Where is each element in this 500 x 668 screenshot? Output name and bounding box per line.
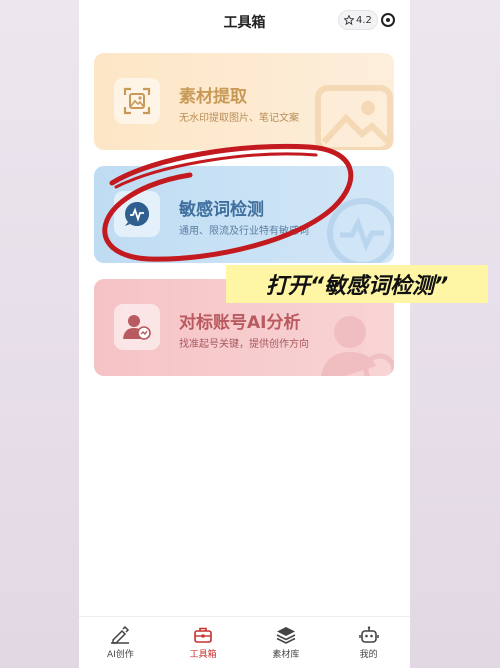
rating-value: 4.2 bbox=[356, 14, 372, 26]
card-subtitle: 通用、限流及行业特有敏感词 bbox=[179, 226, 309, 237]
rating-badge[interactable]: 4.2 bbox=[338, 10, 378, 30]
user-deco-icon bbox=[321, 316, 394, 376]
top-bar: 工具箱 4.2 bbox=[79, 0, 410, 42]
tab-label: 素材库 bbox=[272, 650, 300, 660]
tab-label: 工具箱 bbox=[189, 650, 217, 660]
card-sensitive-word-check[interactable]: 敏感词检测 通用、限流及行业特有敏感词 bbox=[94, 166, 394, 263]
chat-pulse-icon bbox=[114, 191, 160, 237]
tab-ai-create[interactable]: AI创作 bbox=[79, 617, 162, 668]
user-trend-icon bbox=[114, 304, 160, 350]
layers-icon bbox=[276, 627, 296, 644]
robot-icon bbox=[358, 626, 379, 643]
tab-toolbox[interactable]: 工具箱 bbox=[162, 617, 245, 668]
card-title: 素材提取 bbox=[179, 87, 247, 107]
tab-label: 我的 bbox=[359, 650, 378, 660]
image-scan-icon bbox=[114, 78, 160, 124]
tab-mine[interactable]: 我的 bbox=[327, 617, 410, 668]
phone-screen: 工具箱 4.2 素材提取 无水印提取图片、笔记文案 敏感词检测 通用、限流及行业… bbox=[79, 0, 410, 668]
card-subtitle: 找准起号关键，提供创作方向 bbox=[179, 339, 309, 350]
chat-deco-icon bbox=[327, 198, 394, 263]
pen-icon bbox=[111, 626, 130, 644]
tab-material-library[interactable]: 素材库 bbox=[245, 617, 328, 668]
caption-banner: 打开“敏感词检测” bbox=[226, 265, 488, 303]
target-icon[interactable] bbox=[381, 13, 395, 27]
toolbox-icon bbox=[194, 627, 212, 643]
card-title: 对标账号AI分析 bbox=[179, 313, 301, 333]
tab-label: AI创作 bbox=[106, 650, 134, 660]
card-title: 敏感词检测 bbox=[179, 200, 264, 220]
bottom-tab-bar: AI创作 工具箱 素材库 我的 bbox=[79, 616, 410, 668]
card-material-extract[interactable]: 素材提取 无水印提取图片、笔记文案 bbox=[94, 53, 394, 150]
image-deco-icon bbox=[315, 85, 393, 150]
star-icon bbox=[344, 15, 354, 25]
card-subtitle: 无水印提取图片、笔记文案 bbox=[179, 113, 299, 124]
